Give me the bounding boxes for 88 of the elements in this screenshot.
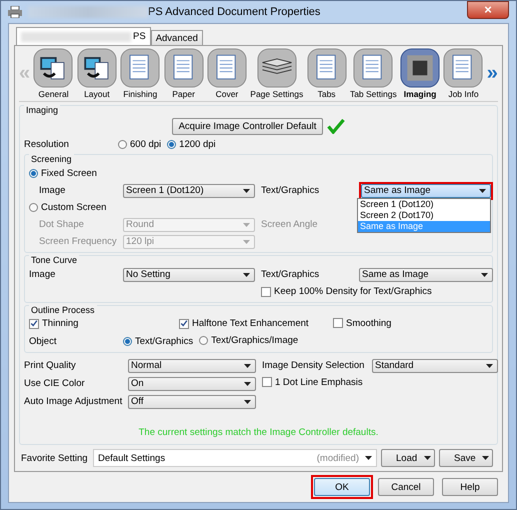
radio-button[interactable]: Text/Graphics/Image — [199, 335, 298, 346]
field-label: Screen Frequency — [38, 236, 118, 247]
caret-icon — [244, 364, 251, 368]
dropdown[interactable]: Same as Image — [359, 268, 493, 282]
field-label: Image — [29, 269, 56, 280]
caret-icon — [479, 188, 486, 192]
acquire-button[interactable]: Acquire Image Controller Default — [172, 118, 324, 135]
feature-tab[interactable]: Paper — [164, 48, 204, 99]
checkmark-icon — [180, 319, 188, 328]
modified-note: (modified) — [316, 452, 359, 464]
dialog-button[interactable]: Cancel — [378, 478, 434, 496]
caret-icon — [244, 382, 251, 386]
field-label: Text/Graphics — [260, 269, 320, 280]
field-label: Text/Graphics — [260, 185, 320, 196]
dropdown[interactable]: No Setting — [123, 268, 255, 282]
field-label: Image Density Selection — [261, 360, 366, 371]
feature-tab[interactable]: Tab Settings — [350, 48, 397, 99]
caret-icon — [243, 222, 250, 226]
group-title: Tone Curve — [29, 255, 80, 265]
feature-icon — [33, 48, 74, 88]
feature-icon — [76, 48, 117, 88]
checkbox[interactable]: Keep 100% Density for Text/Graphics — [261, 286, 432, 297]
favorite-dropdown[interactable]: Default Settings (modified) — [93, 449, 377, 467]
dialog-button[interactable]: Help — [442, 478, 498, 496]
caret-icon — [243, 188, 250, 192]
load-button[interactable]: Load — [381, 449, 435, 467]
feature-tab[interactable]: Imaging — [400, 48, 440, 99]
dropdown[interactable]: On — [128, 376, 256, 390]
field-label: Favorite Setting — [20, 452, 89, 464]
field-label: Auto Image Adjustment — [24, 396, 124, 407]
caret-icon — [243, 240, 250, 244]
feature-tab[interactable]: Job Info — [443, 48, 484, 99]
feature-icon — [443, 48, 484, 88]
dropdown-option[interactable]: Screen 1 (Dot120) — [358, 198, 490, 210]
group-title: Screening — [29, 154, 74, 164]
printer-icon — [8, 6, 22, 18]
dropdown[interactable]: Off — [128, 394, 256, 408]
dropdown[interactable]: Same as Image — [361, 184, 491, 198]
dialog-button[interactable]: OK — [314, 478, 370, 496]
feature-tab[interactable]: Layout — [76, 48, 117, 99]
caret-icon — [243, 272, 250, 276]
tab[interactable]: PS — [16, 27, 151, 45]
radio-button[interactable]: Custom Screen — [29, 202, 106, 213]
checkbox[interactable]: Thinning — [29, 318, 78, 329]
radio-button[interactable]: Fixed Screen — [29, 168, 97, 179]
status-message: The current settings match the Image Controller defaults. — [138, 427, 380, 438]
group-title: Outline Process — [29, 305, 97, 315]
feature-icon — [164, 48, 204, 88]
radio-button[interactable]: 600 dpi — [118, 139, 162, 150]
caret-icon — [365, 456, 372, 460]
feature-tab[interactable]: General — [33, 48, 74, 99]
feature-icon — [400, 48, 440, 88]
checkbox[interactable]: Smoothing — [333, 318, 392, 329]
dropdown-option[interactable]: Screen 2 (Dot170) — [358, 210, 490, 220]
caret-icon — [481, 272, 488, 276]
feature-tab[interactable]: Finishing — [120, 48, 160, 99]
feature-tab[interactable]: Cover — [206, 48, 247, 99]
dropdown[interactable]: Standard — [372, 358, 498, 372]
save-button[interactable]: Save — [439, 449, 493, 467]
feature-tab[interactable]: Tabs — [306, 48, 347, 99]
tab[interactable]: Advanced — [150, 30, 203, 45]
caret-icon — [424, 456, 431, 460]
radio-button[interactable]: 1200 dpi — [167, 139, 216, 150]
dropdown[interactable]: Normal — [128, 358, 256, 372]
scroll-right-button[interactable]: » — [486, 62, 498, 85]
caret-icon — [486, 364, 493, 368]
field-label: Screen Angle — [260, 219, 319, 230]
checkmark-icon — [30, 319, 38, 328]
radio-button[interactable]: Text/Graphics — [123, 336, 194, 347]
field-label: Print Quality — [24, 360, 77, 371]
caret-icon — [244, 400, 251, 404]
field-label: Resolution — [24, 139, 70, 150]
window-title: PS Advanced Document Properties — [148, 6, 320, 18]
field-label: Object — [29, 336, 58, 347]
feature-icon — [120, 48, 160, 88]
dropdown[interactable]: Screen 1 (Dot120) — [123, 184, 255, 198]
feature-icon — [306, 48, 347, 88]
feature-icon — [353, 48, 394, 88]
feature-icon — [256, 48, 297, 88]
group-title: Imaging — [24, 105, 60, 115]
field-label: Use CIE Color — [24, 378, 86, 389]
field-label: Image — [38, 185, 66, 196]
checkbox[interactable]: 1 Dot Line Emphasis — [262, 376, 363, 388]
feature-icon — [206, 48, 247, 88]
caret-icon — [482, 456, 489, 460]
checkbox[interactable]: Halftone Text Enhancement — [179, 318, 309, 329]
field-label: Dot Shape — [38, 219, 85, 230]
feature-tab[interactable]: Page Settings — [250, 48, 304, 99]
